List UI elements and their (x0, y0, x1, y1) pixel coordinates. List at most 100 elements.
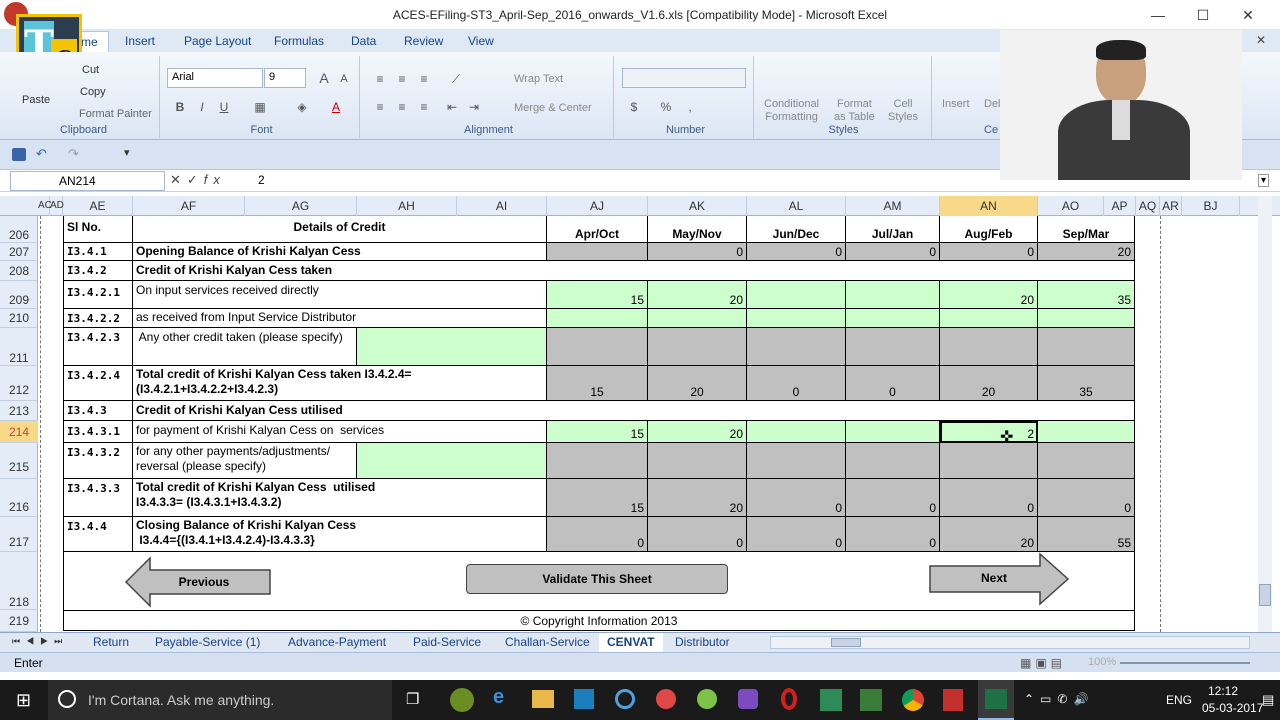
ribbon-close-icon[interactable]: ✕ (1256, 33, 1266, 47)
sheet-nav-icons[interactable]: ⏮◀▶⏭ (12, 636, 68, 647)
horizontal-scrollbar[interactable] (770, 636, 1250, 649)
row-header[interactable]: 212 (0, 366, 38, 401)
col-header[interactable]: AM (846, 196, 940, 216)
active-cell-input[interactable]: 2 (940, 421, 1038, 443)
col-header[interactable]: BJ (1182, 196, 1240, 216)
percent-button[interactable]: % (656, 98, 676, 116)
align-center-icon[interactable]: ≡ (392, 98, 412, 116)
col-header[interactable]: AH (357, 196, 457, 216)
sheet-tab[interactable]: Paid-Service (413, 635, 481, 649)
value-cell[interactable]: 20 (1038, 243, 1135, 261)
increase-indent-icon[interactable]: ⇥ (464, 98, 484, 116)
font-size-select[interactable]: 9 (264, 68, 306, 88)
value-cell[interactable]: 0 (940, 243, 1038, 261)
value-cell[interactable] (747, 281, 846, 309)
app-icon[interactable] (697, 689, 717, 709)
customize-qat-icon[interactable]: ▾ (124, 146, 130, 159)
h-scroll-thumb[interactable] (831, 638, 861, 647)
merge-center-button[interactable]: Merge & Center (514, 102, 592, 114)
italic-button[interactable]: I (192, 98, 212, 116)
value-cell[interactable] (648, 328, 747, 366)
row-header[interactable]: 206 (0, 216, 38, 243)
tab-review[interactable]: Review (404, 34, 443, 48)
formula-input[interactable]: 2 (258, 173, 265, 187)
row-header[interactable]: 216 (0, 479, 38, 517)
value-cell[interactable] (940, 443, 1038, 479)
col-header[interactable]: AJ (547, 196, 648, 216)
col-header[interactable]: AE (63, 196, 133, 216)
undo-icon[interactable]: ↶ (36, 146, 47, 162)
value-cell[interactable] (1038, 309, 1135, 328)
value-cell[interactable]: 0 (846, 243, 940, 261)
value-cell[interactable] (648, 443, 747, 479)
row-header[interactable]: 218 (0, 552, 38, 610)
sheet-tab[interactable]: Return (93, 635, 129, 649)
delete-cells-button[interactable]: Del (984, 98, 1001, 110)
decrease-indent-icon[interactable]: ⇤ (442, 98, 462, 116)
value-cell[interactable] (747, 328, 846, 366)
tab-formulas[interactable]: Formulas (274, 34, 324, 48)
copy-button[interactable]: Copy (80, 86, 106, 98)
align-left-icon[interactable]: ≡ (370, 98, 390, 116)
maximize-icon[interactable]: ☐ (1183, 4, 1223, 26)
media-app-icon[interactable] (450, 688, 474, 712)
app-icon[interactable] (656, 689, 676, 709)
orientation-icon[interactable]: ⟋ (446, 70, 466, 88)
col-header[interactable]: AL (747, 196, 846, 216)
value-cell[interactable] (846, 421, 940, 443)
vertical-scrollbar[interactable] (1258, 196, 1272, 632)
specify-input[interactable] (357, 328, 547, 366)
row-header[interactable]: 207 (0, 243, 38, 261)
cortana-search[interactable]: I'm Cortana. Ask me anything. (48, 680, 392, 720)
tab-insert[interactable]: Insert (125, 34, 155, 48)
expand-formula-icon[interactable]: ▾ (1258, 174, 1270, 187)
row-header[interactable]: 215 (0, 443, 38, 479)
row-header[interactable]: 217 (0, 517, 38, 552)
col-header-selected[interactable]: AN (940, 196, 1038, 216)
value-cell[interactable] (846, 281, 940, 309)
cell-styles-button[interactable]: Cell Styles (888, 98, 918, 124)
align-top-icon[interactable]: ≡ (370, 70, 390, 88)
col-header[interactable]: AG (245, 196, 357, 216)
shrink-font-button[interactable]: A (334, 70, 354, 88)
col-header[interactable]: AR (1160, 196, 1182, 216)
font-color-icon[interactable]: A (326, 98, 346, 116)
close-icon[interactable]: ✕ (1228, 4, 1268, 26)
value-cell[interactable]: 20 (648, 421, 747, 443)
wrap-text-button[interactable]: Wrap Text (514, 73, 563, 85)
opera-icon[interactable] (781, 688, 797, 710)
app-icon[interactable] (820, 689, 842, 711)
app-icon[interactable] (738, 689, 758, 709)
value-cell[interactable]: 20 (648, 281, 747, 309)
save-icon[interactable] (12, 148, 26, 161)
value-cell[interactable] (747, 309, 846, 328)
sheet-tab-active[interactable]: CENVAT (599, 633, 663, 652)
row-header[interactable]: 210 (0, 309, 38, 328)
tab-page-layout[interactable]: Page Layout (184, 34, 251, 48)
next-button[interactable]: Next (954, 571, 1034, 585)
align-bottom-icon[interactable]: ≡ (414, 70, 434, 88)
value-cell[interactable] (547, 243, 648, 261)
sheet-tab[interactable]: Payable-Service (1) (155, 635, 260, 649)
value-cell[interactable] (747, 443, 846, 479)
row-header-selected[interactable]: 214 (0, 421, 38, 443)
value-cell[interactable]: 15 (547, 281, 648, 309)
value-cell[interactable]: 0 (648, 243, 747, 261)
excel-icon[interactable] (978, 680, 1014, 720)
pdf-icon[interactable] (943, 689, 963, 711)
view-buttons[interactable]: ▦▣▤ (1020, 656, 1066, 670)
value-cell[interactable] (940, 328, 1038, 366)
value-cell[interactable] (547, 328, 648, 366)
value-cell[interactable] (1038, 421, 1135, 443)
borders-icon[interactable]: ▦ (250, 98, 270, 116)
row-header[interactable]: 219 (0, 610, 38, 632)
windows-start-icon[interactable]: ⊞ (16, 690, 31, 711)
cut-button[interactable]: Cut (82, 64, 99, 76)
sheet-tab[interactable]: Challan-Service (505, 635, 590, 649)
format-painter-button[interactable]: Format Painter (79, 108, 152, 120)
align-middle-icon[interactable]: ≡ (392, 70, 412, 88)
value-cell[interactable] (547, 309, 648, 328)
sheet-tab[interactable]: Advance-Payment (288, 635, 386, 649)
value-cell[interactable] (940, 309, 1038, 328)
insert-cells-button[interactable]: Insert (942, 98, 970, 110)
